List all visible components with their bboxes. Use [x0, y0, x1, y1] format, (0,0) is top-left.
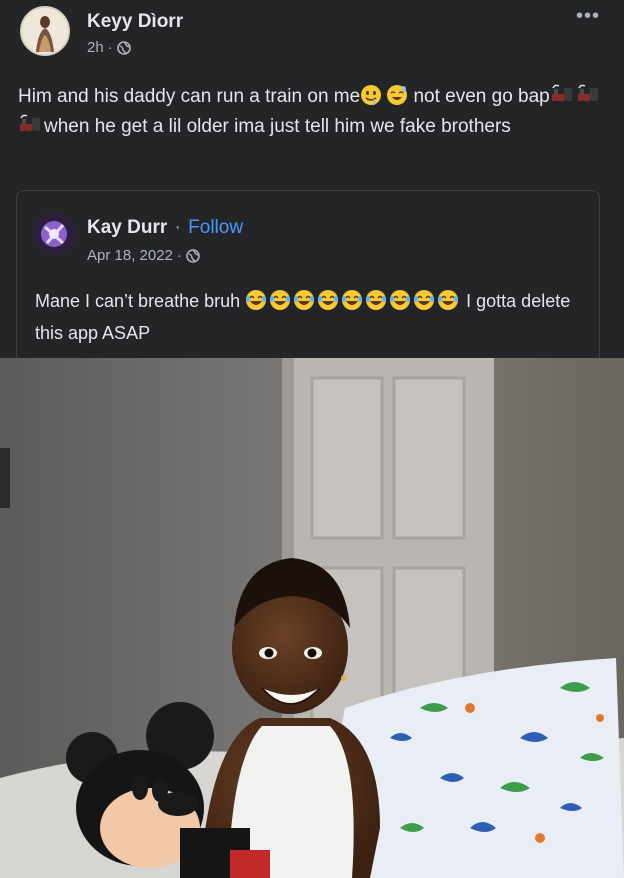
- shared-post-photo[interactable]: [0, 358, 624, 878]
- meta-separator: ·: [176, 247, 182, 264]
- shared-author-name[interactable]: Kay Durr: [87, 217, 167, 238]
- meta-separator: ·: [107, 39, 113, 56]
- author-avatar[interactable]: [20, 6, 70, 56]
- tears-of-joy-emoji-icon: [318, 290, 339, 310]
- tears-of-joy-emoji-icon: [438, 290, 459, 310]
- tears-of-joy-emoji-icon: [414, 290, 435, 310]
- post-text-part: not even go bap: [408, 86, 550, 107]
- tears-of-joy-emoji-icon: [366, 290, 387, 310]
- name-separator: ·: [174, 217, 181, 238]
- shared-author-avatar[interactable]: [33, 213, 75, 255]
- drooling-face-emoji-icon: [361, 85, 382, 106]
- locomotive-emoji-icon: [551, 84, 572, 106]
- tears-of-joy-emoji-icon: [294, 290, 315, 310]
- shared-text-part: Mane I can’t breathe bruh: [35, 291, 246, 311]
- laugh-emoji-row: [245, 290, 461, 311]
- post-text-part: when he get a lil older ima just tell hi…: [44, 116, 511, 137]
- tears-of-joy-emoji-icon: [270, 290, 291, 310]
- post-text-part: Him and his daddy can run a train on me: [18, 86, 361, 107]
- post-text: Him and his daddy can run a train on me …: [18, 82, 610, 142]
- tears-of-joy-emoji-icon: [342, 290, 363, 310]
- locomotive-emoji-icon: [20, 114, 40, 136]
- shared-post-date[interactable]: Apr 18, 2022: [87, 247, 173, 264]
- child-with-plush-toy-photo-icon: [0, 358, 624, 878]
- shared-post-text: Mane I can’t breathe bruh I gotta delete…: [35, 285, 595, 349]
- locomotive-emoji-icon: [577, 84, 598, 106]
- more-options-button[interactable]: •••: [572, 6, 604, 26]
- sweat-smile-emoji-icon: [387, 85, 408, 105]
- globe-icon: [186, 248, 200, 263]
- globe-icon: [116, 40, 131, 55]
- tears-of-joy-emoji-icon: [246, 290, 267, 310]
- facebook-post: Keyy Dìorr 2h · ••• Him and his daddy ca…: [0, 0, 624, 878]
- shared-post-card[interactable]: Kay Durr · Follow Apr 18, 2022 · Mane I …: [16, 190, 600, 358]
- author-name[interactable]: Keyy Dìorr: [87, 11, 183, 33]
- tears-of-joy-emoji-icon: [390, 290, 411, 310]
- post-meta: 2h ·: [87, 39, 131, 56]
- follow-button[interactable]: Follow: [188, 217, 243, 238]
- post-time[interactable]: 2h: [87, 39, 104, 56]
- shared-post-meta: Apr 18, 2022 ·: [87, 247, 200, 264]
- shared-author-line: Kay Durr · Follow: [87, 217, 243, 239]
